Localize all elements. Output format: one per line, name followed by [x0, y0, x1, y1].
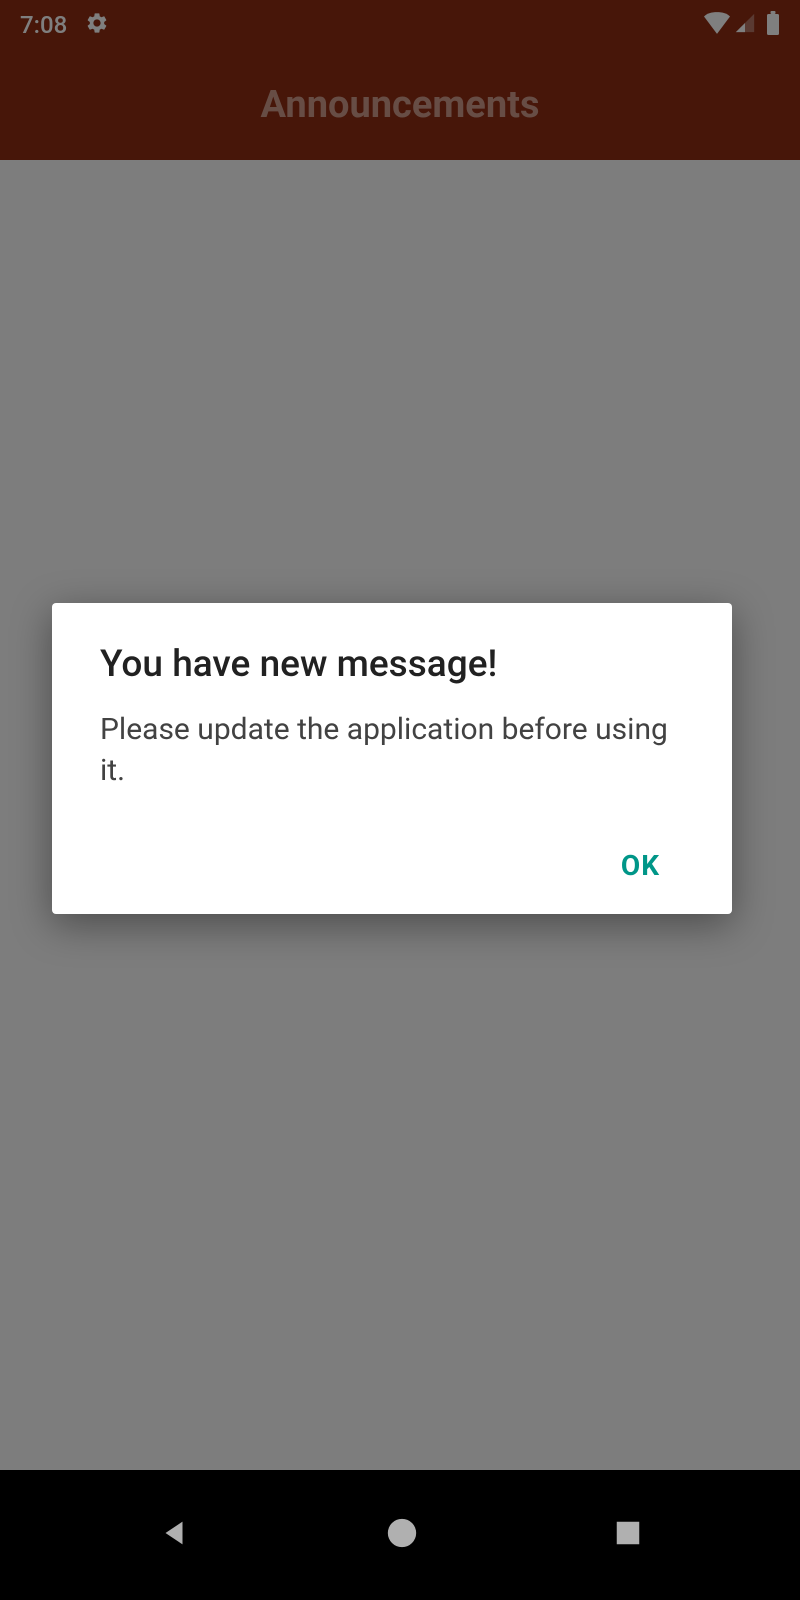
dialog-actions: OK — [100, 841, 684, 890]
home-icon[interactable] — [385, 1516, 419, 1554]
navigation-bar — [0, 1470, 800, 1600]
alert-dialog: You have new message! Please update the … — [52, 603, 732, 914]
dialog-title: You have new message! — [100, 643, 684, 686]
recent-apps-icon[interactable] — [613, 1518, 643, 1552]
back-icon[interactable] — [157, 1516, 191, 1554]
ok-button[interactable]: OK — [605, 841, 676, 890]
dialog-message: Please update the application before usi… — [100, 710, 684, 791]
